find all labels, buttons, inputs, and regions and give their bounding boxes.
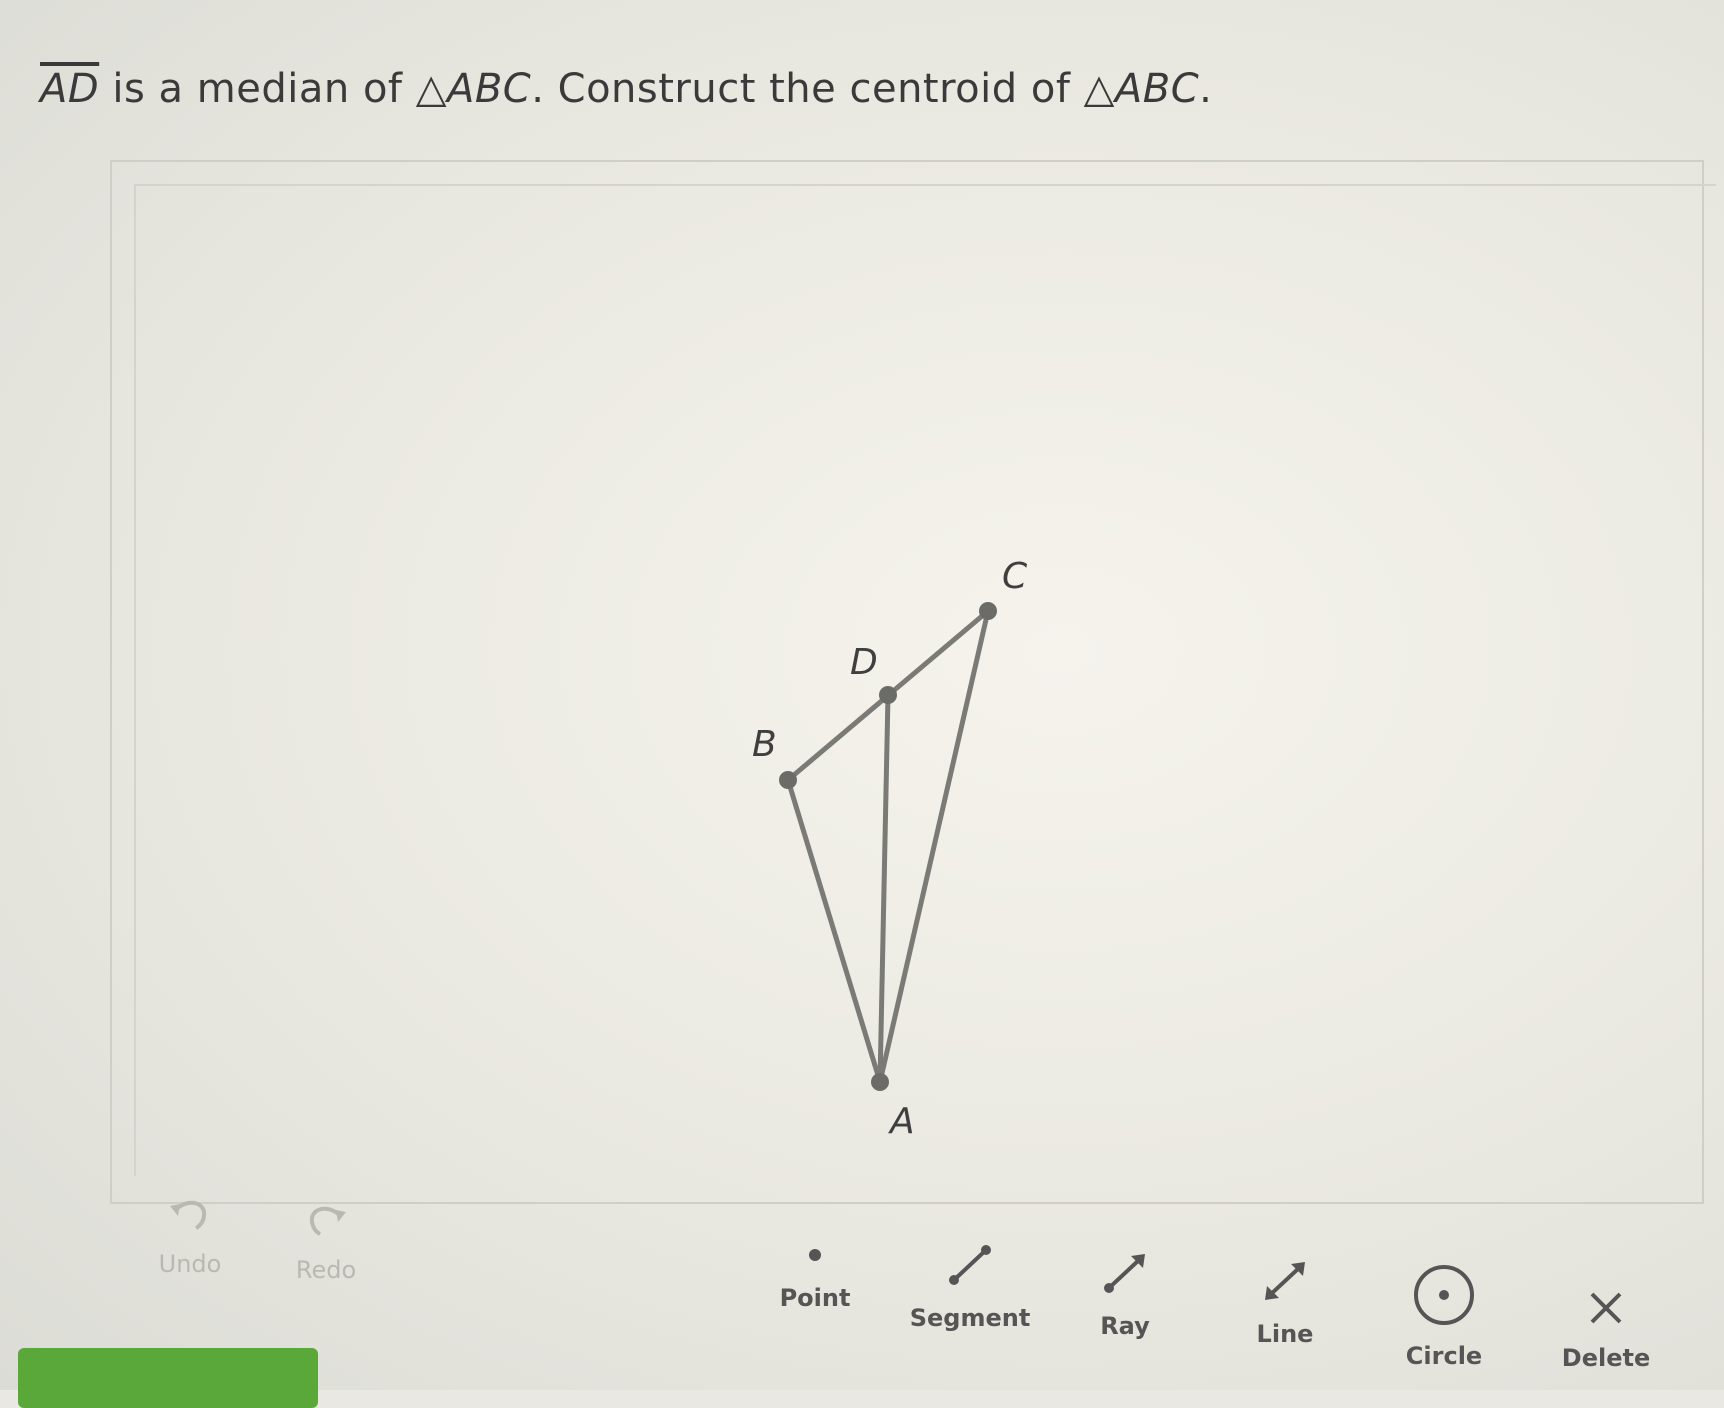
page: AD is a median of △ABC. Construct the ce… <box>0 0 1724 1408</box>
line-tool-label: Line <box>1256 1320 1314 1348</box>
label-a: A <box>888 1101 915 1142</box>
ray-icon <box>1104 1254 1145 1293</box>
point-b[interactable] <box>779 771 797 789</box>
undo-button[interactable]: Undo <box>140 1196 240 1278</box>
segment-ad[interactable] <box>877 694 891 1083</box>
close-icon <box>1590 1292 1622 1324</box>
point-tool-button[interactable]: Point <box>770 1240 860 1312</box>
redo-icon <box>309 1206 346 1236</box>
point-tool-label: Point <box>779 1284 851 1312</box>
circle-tool-button[interactable]: Circle <box>1394 1262 1494 1370</box>
undo-label: Undo <box>158 1250 222 1278</box>
segment-icon <box>949 1245 991 1285</box>
label-d: D <box>850 642 878 683</box>
construction-drawing: C D B A <box>752 556 1028 1142</box>
point-c[interactable] <box>979 602 997 620</box>
segment-ca[interactable] <box>877 610 991 1083</box>
ray-tool-label: Ray <box>1100 1312 1150 1340</box>
segment-tool-label: Segment <box>909 1304 1031 1332</box>
segment-tool-button[interactable]: Segment <box>900 1240 1040 1332</box>
delete-tool-label: Delete <box>1561 1344 1651 1372</box>
point-a[interactable] <box>871 1073 889 1091</box>
redo-label: Redo <box>295 1256 357 1284</box>
delete-tool-button[interactable]: Delete <box>1556 1286 1656 1372</box>
line-tool-button[interactable]: Line <box>1240 1256 1330 1348</box>
label-b: B <box>752 724 777 765</box>
circle-icon <box>1414 1265 1474 1325</box>
point-d[interactable] <box>879 686 897 704</box>
redo-button[interactable]: Redo <box>276 1202 376 1284</box>
label-c: C <box>1002 556 1028 597</box>
line-icon <box>1265 1262 1305 1300</box>
ray-tool-button[interactable]: Ray <box>1080 1248 1170 1340</box>
circle-tool-label: Circle <box>1405 1342 1483 1370</box>
point-icon <box>809 1249 821 1261</box>
submit-button[interactable] <box>18 1348 318 1408</box>
undo-icon <box>170 1200 207 1230</box>
segment-ab[interactable] <box>785 779 883 1083</box>
